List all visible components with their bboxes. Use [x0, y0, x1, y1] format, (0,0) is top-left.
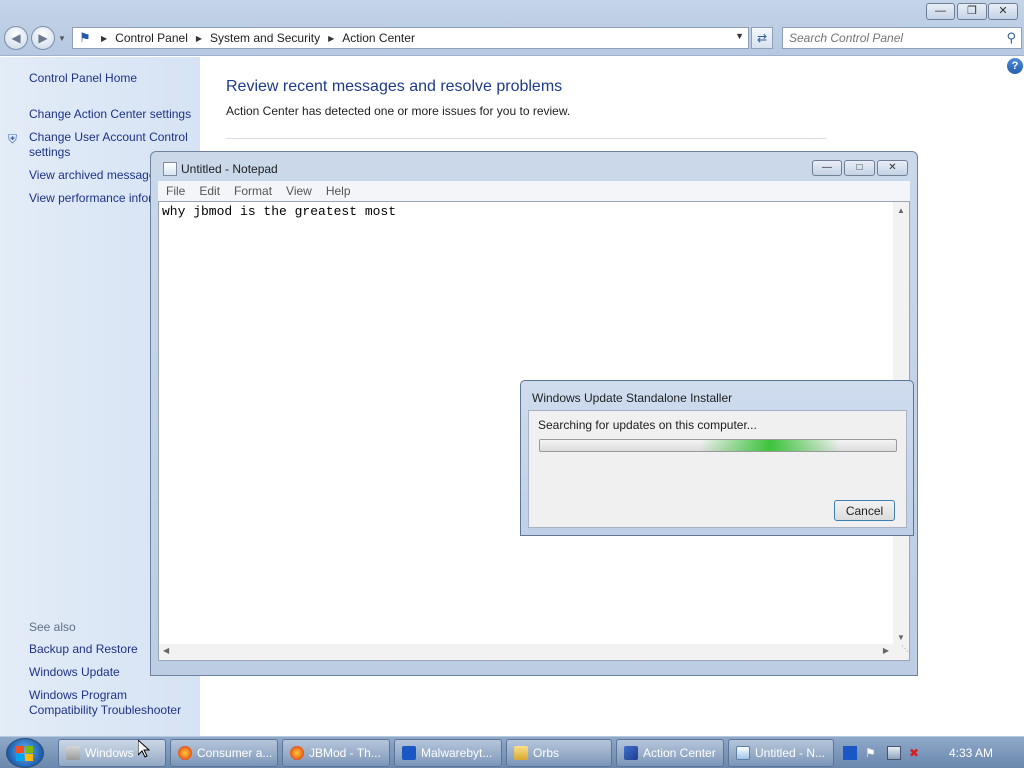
scroll-up-icon[interactable]: ▲: [897, 206, 905, 215]
taskbar-item-label: Untitled - N...: [755, 746, 826, 760]
close-button[interactable]: ✕: [988, 3, 1018, 20]
chevron-right-icon[interactable]: ▶: [196, 34, 202, 43]
restore-button[interactable]: ❐: [957, 3, 987, 20]
volume-muted-icon[interactable]: ✖: [909, 746, 923, 760]
firefox-icon: [290, 746, 304, 760]
progress-bar: [539, 439, 897, 452]
chevron-down-icon[interactable]: ▼: [735, 31, 744, 41]
network-icon[interactable]: [887, 746, 901, 760]
recent-pages-dropdown[interactable]: ▼: [58, 34, 66, 43]
arrow-left-icon: ◀: [11, 31, 21, 45]
page-subtitle: Action Center has detected one or more i…: [226, 104, 571, 118]
notepad-title: Untitled - Notepad: [181, 162, 278, 176]
minimize-button[interactable]: —: [926, 3, 955, 20]
taskbar-item-label: Windows: [85, 746, 134, 760]
search-icon[interactable]: ⚲: [1006, 30, 1016, 46]
taskbar-item-firefox-jbmod[interactable]: JBMod - Th...: [282, 739, 390, 767]
refresh-icon: ⇄: [756, 31, 768, 45]
notepad-close-button[interactable]: ✕: [877, 160, 908, 176]
windows-logo-icon: [16, 746, 34, 761]
arrow-right-icon: ▶: [38, 31, 48, 45]
action-center-tray-icon[interactable]: ⚑: [865, 746, 879, 760]
windows-explorer-icon: [66, 746, 80, 760]
dialog-body: Searching for updates on this computer..…: [528, 410, 907, 528]
search-input[interactable]: [789, 28, 999, 48]
divider: [226, 138, 826, 139]
breadcrumb-system-and-security[interactable]: System and Security: [210, 31, 320, 45]
horizontal-scrollbar[interactable]: ◀ ▶: [159, 644, 893, 660]
taskbar-item-firefox-consumer[interactable]: Consumer a...: [170, 739, 278, 767]
taskbar-item-notepad[interactable]: Untitled - N...: [728, 739, 834, 767]
taskbar: Windows Consumer a... JBMod - Th... Malw…: [0, 736, 1024, 768]
cancel-button[interactable]: Cancel: [834, 500, 895, 521]
dialog-message: Searching for updates on this computer..…: [538, 418, 757, 432]
system-tray: ⚑ ✖ 4:33 AM: [837, 738, 1024, 768]
refresh-button[interactable]: ⇄: [751, 27, 773, 49]
forward-button[interactable]: ▶: [31, 26, 55, 50]
taskbar-item-action-center[interactable]: Action Center: [616, 739, 724, 767]
scroll-left-icon[interactable]: ◀: [163, 646, 169, 655]
taskbar-item-label: Consumer a...: [197, 746, 273, 760]
taskbar-item-orbs[interactable]: Orbs: [506, 739, 612, 767]
breadcrumb-action-center[interactable]: Action Center: [342, 31, 415, 45]
see-also-heading: See also: [29, 620, 76, 634]
scroll-right-icon[interactable]: ▶: [883, 646, 889, 655]
notepad-maximize-button[interactable]: □: [844, 160, 875, 176]
back-button[interactable]: ◀: [4, 26, 28, 50]
uac-shield-icon: ⛨: [8, 132, 18, 146]
menu-view[interactable]: View: [286, 184, 312, 198]
search-box[interactable]: ⚲: [782, 27, 1022, 49]
breadcrumb-control-panel[interactable]: Control Panel: [115, 31, 188, 45]
address-bar[interactable]: ⚑ ▶ Control Panel ▶ System and Security …: [72, 27, 749, 49]
action-center-flag-icon: [624, 746, 638, 760]
sidebar-link-change-action-center-settings[interactable]: Change Action Center settings: [29, 107, 191, 122]
taskbar-item-label: Orbs: [533, 746, 560, 760]
sidebar-link-program-compatibility[interactable]: Windows Program Compatibility Troublesho…: [29, 688, 194, 718]
dialog-title: Windows Update Standalone Installer: [532, 391, 733, 405]
sidebar-link-control-panel-home[interactable]: Control Panel Home: [29, 71, 137, 86]
start-button[interactable]: [6, 738, 44, 768]
taskbar-item-label: JBMod - Th...: [309, 746, 381, 760]
chevron-right-icon[interactable]: ▶: [101, 34, 107, 43]
resize-grip-icon[interactable]: ⋱: [893, 644, 909, 660]
wusa-dialog: Windows Update Standalone Installer Sear…: [520, 380, 914, 536]
firefox-icon: [178, 746, 192, 760]
taskbar-item-label: Malwarebyt...: [421, 746, 493, 760]
sidebar-link-view-archived-messages[interactable]: View archived messages: [29, 168, 162, 183]
menu-edit[interactable]: Edit: [199, 184, 220, 198]
notepad-icon: [163, 162, 177, 176]
notepad-minimize-button[interactable]: —: [812, 160, 842, 176]
notepad-content[interactable]: why jbmod is the greatest most: [162, 204, 396, 219]
malwarebytes-icon: [402, 746, 416, 760]
notepad-menu-bar: File Edit Format View Help: [158, 181, 910, 201]
notepad-icon: [736, 746, 750, 760]
taskbar-item-label: Action Center: [643, 746, 716, 760]
scroll-down-icon[interactable]: ▼: [897, 633, 905, 642]
help-icon[interactable]: ?: [1007, 58, 1023, 74]
chevron-right-icon[interactable]: ▶: [328, 34, 334, 43]
menu-help[interactable]: Help: [326, 184, 351, 198]
menu-file[interactable]: File: [166, 184, 185, 198]
clock[interactable]: 4:33 AM: [949, 746, 993, 760]
page-title: Review recent messages and resolve probl…: [226, 78, 563, 95]
sidebar-link-windows-update[interactable]: Windows Update: [29, 665, 120, 680]
control-panel-header: — ❐ ✕ ◀ ▶ ▼ ⚑ ▶ Control Panel ▶ System a…: [0, 0, 1024, 56]
menu-format[interactable]: Format: [234, 184, 272, 198]
malwarebytes-tray-icon[interactable]: [843, 746, 857, 760]
taskbar-item-malwarebytes[interactable]: Malwarebyt...: [394, 739, 502, 767]
progress-marquee: [700, 440, 840, 451]
sidebar-link-backup-and-restore[interactable]: Backup and Restore: [29, 642, 138, 657]
mouse-cursor-icon: [138, 740, 150, 758]
action-center-flag-icon: ⚑: [79, 30, 91, 45]
folder-icon: [514, 746, 528, 760]
